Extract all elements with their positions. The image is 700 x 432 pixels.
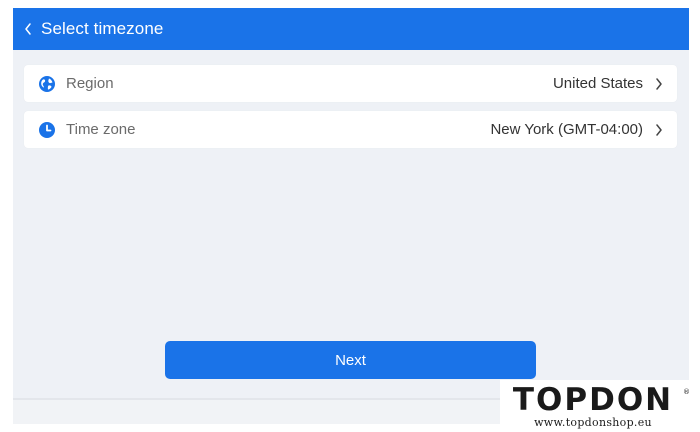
timezone-row[interactable]: Time zone New York (GMT-04:00) xyxy=(24,111,677,148)
region-row[interactable]: Region United States xyxy=(24,65,677,102)
chevron-right-icon xyxy=(655,77,663,91)
chevron-right-icon xyxy=(655,123,663,137)
header-bar: Select timezone xyxy=(13,8,689,50)
timezone-screen: Select timezone Region United States Tim… xyxy=(13,8,689,400)
timezone-label: Time zone xyxy=(66,121,136,138)
brand-url: www.topdonshop.eu xyxy=(534,416,652,429)
clock-icon xyxy=(38,121,56,139)
registered-mark: ® xyxy=(683,388,690,396)
brand-logo: TOPDON xyxy=(512,382,674,418)
chevron-left-icon xyxy=(23,21,33,37)
region-label: Region xyxy=(66,75,114,92)
globe-icon xyxy=(38,75,56,93)
topdon-watermark: TOPDON ® www.topdonshop.eu xyxy=(500,380,700,432)
next-button[interactable]: Next xyxy=(165,341,536,379)
region-value: United States xyxy=(552,75,643,92)
timezone-value: New York (GMT-04:00) xyxy=(490,121,643,138)
page-title: Select timezone xyxy=(41,19,164,38)
back-button[interactable] xyxy=(13,8,33,50)
